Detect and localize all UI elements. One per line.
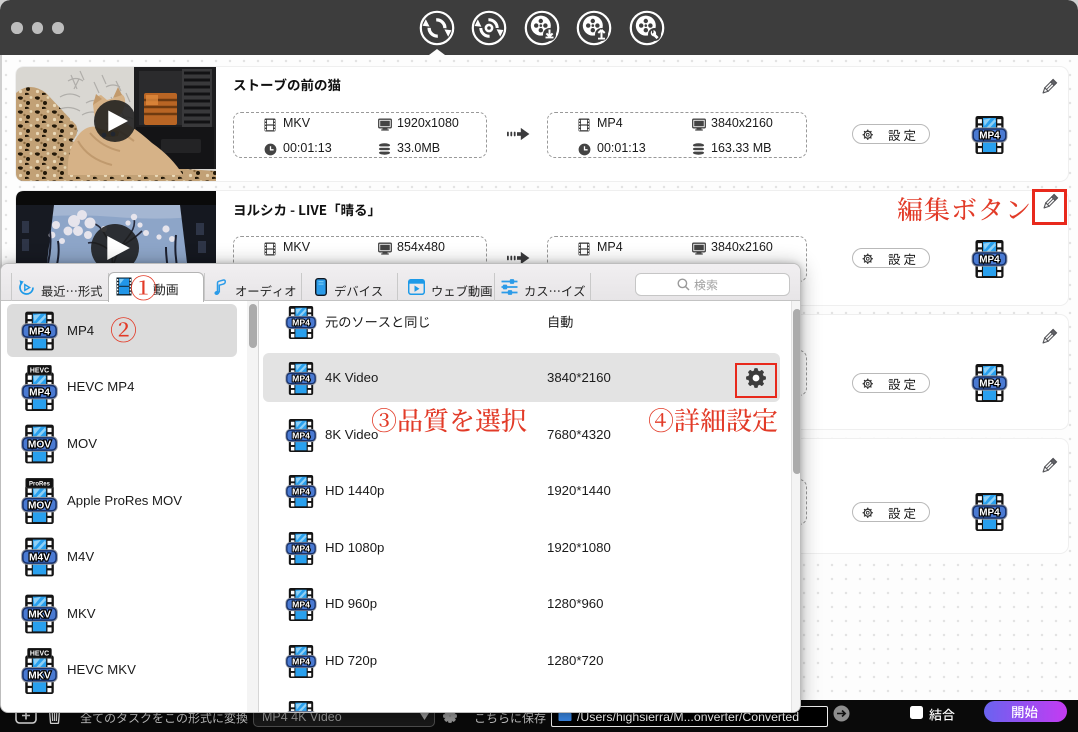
- svg-text:MP4: MP4: [292, 487, 310, 497]
- svg-text:ProRes: ProRes: [29, 481, 51, 487]
- svg-text:MP4: MP4: [979, 255, 1000, 266]
- svg-text:MOV: MOV: [28, 440, 51, 451]
- svg-text:MOV: MOV: [28, 500, 51, 511]
- svg-text:MKV: MKV: [28, 670, 51, 681]
- svg-text:M4V: M4V: [29, 553, 50, 564]
- svg-text:HEVC: HEVC: [30, 650, 49, 657]
- svg-text:MP4: MP4: [292, 543, 310, 553]
- svg-text:MP4: MP4: [979, 131, 1000, 142]
- svg-text:MP4: MP4: [292, 317, 310, 327]
- svg-text:HEVC: HEVC: [30, 367, 49, 374]
- svg-text:MP4: MP4: [29, 387, 50, 398]
- svg-text:MP4: MP4: [979, 379, 1000, 390]
- svg-text:MP4: MP4: [292, 600, 310, 610]
- svg-text:MKV: MKV: [28, 610, 51, 621]
- svg-text:MP4: MP4: [292, 374, 310, 384]
- svg-text:MP4: MP4: [292, 430, 310, 440]
- svg-text:MP4: MP4: [979, 508, 1000, 519]
- svg-text:MP4: MP4: [292, 656, 310, 666]
- svg-text:MP4: MP4: [29, 327, 50, 338]
